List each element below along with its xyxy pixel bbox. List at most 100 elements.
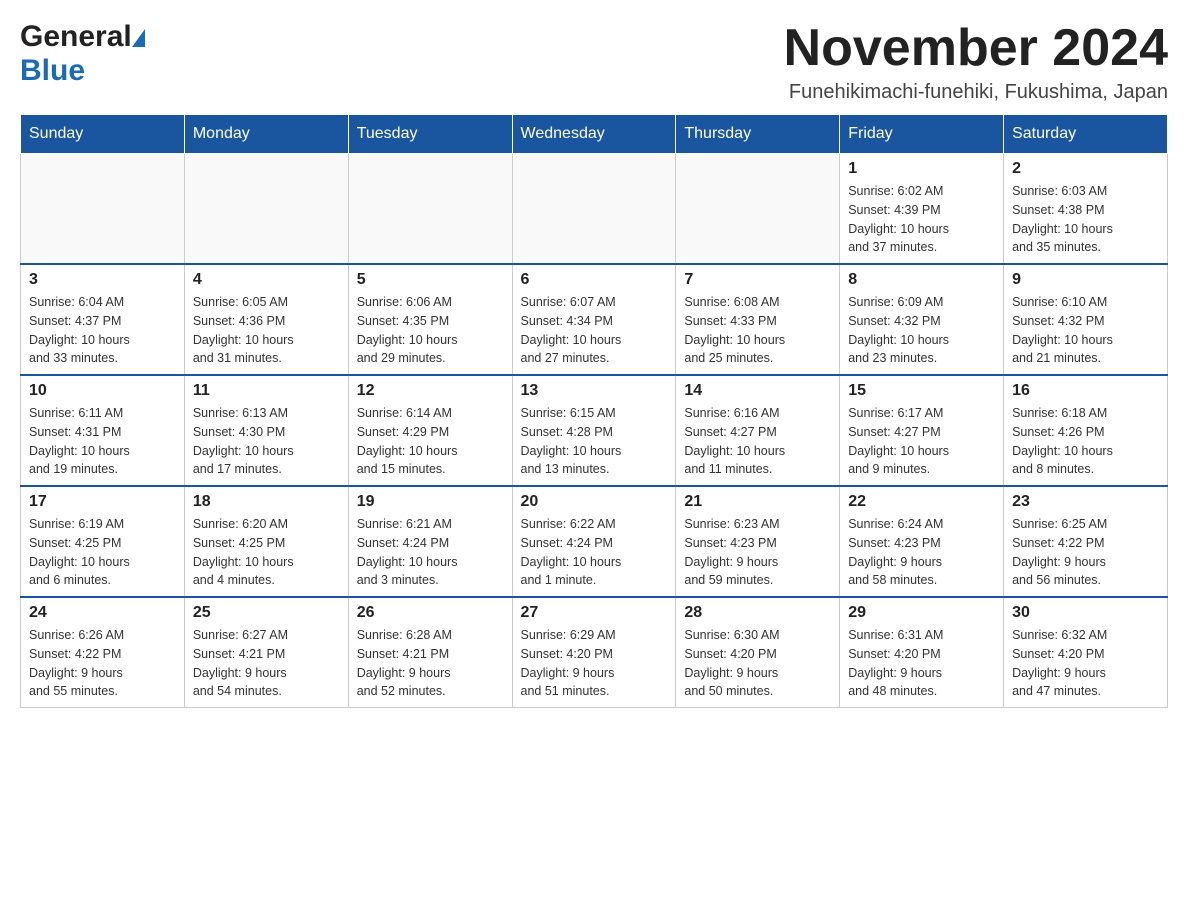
calendar-cell: 18 Sunrise: 6:20 AMSunset: 4:25 PMDayligh… (184, 486, 348, 597)
month-title: November 2024 (784, 20, 1168, 77)
day-info: Sunrise: 6:17 AMSunset: 4:27 PMDaylight:… (848, 404, 995, 479)
calendar-cell: 7Sunrise: 6:08 AMSunset: 4:33 PMDaylight… (676, 264, 840, 375)
day-number: 21 (684, 493, 831, 511)
day-info: Sunrise: 6:32 AMSunset: 4:20 PMDaylight:… (1012, 626, 1159, 701)
header-thursday: Thursday (676, 115, 840, 154)
calendar-cell (184, 154, 348, 265)
day-number: 29 (848, 604, 995, 622)
calendar-cell: 20Sunrise: 6:22 AMSunset: 4:24 PMDayligh… (512, 486, 676, 597)
calendar-cell: 17 Sunrise: 6:19 AMSunset: 4:25 PMDayligh… (21, 486, 185, 597)
day-number: 28 (684, 604, 831, 622)
calendar-cell: 6 Sunrise: 6:07 AMSunset: 4:34 PMDaylight… (512, 264, 676, 375)
calendar-cell: 10 Sunrise: 6:11 AMSunset: 4:31 PMDayligh… (21, 375, 185, 486)
calendar-cell: 16 Sunrise: 6:18 AMSunset: 4:26 PMDayligh… (1004, 375, 1168, 486)
calendar-cell: 23Sunrise: 6:25 AMSunset: 4:22 PMDayligh… (1004, 486, 1168, 597)
day-info: Sunrise: 6:22 AMSunset: 4:24 PMDaylight:… (521, 515, 668, 590)
day-info: Sunrise: 6:24 AMSunset: 4:23 PMDaylight:… (848, 515, 995, 590)
day-info: Sunrise: 6:05 AMSunset: 4:36 PMDaylight:… (193, 293, 340, 368)
calendar-cell: 4 Sunrise: 6:05 AMSunset: 4:36 PMDaylight… (184, 264, 348, 375)
calendar-cell: 28 Sunrise: 6:30 AMSunset: 4:20 PMDayligh… (676, 597, 840, 708)
day-info: Sunrise: 6:04 AMSunset: 4:37 PMDaylight:… (29, 293, 176, 368)
calendar-cell: 22 Sunrise: 6:24 AMSunset: 4:23 PMDayligh… (840, 486, 1004, 597)
day-info: Sunrise: 6:02 AMSunset: 4:39 PMDaylight:… (848, 182, 995, 257)
day-number: 16 (1012, 382, 1159, 400)
day-number: 18 (193, 493, 340, 511)
day-number: 12 (357, 382, 504, 400)
header-friday: Friday (840, 115, 1004, 154)
calendar-cell (512, 154, 676, 265)
day-info: Sunrise: 6:16 AMSunset: 4:27 PMDaylight:… (684, 404, 831, 479)
day-info: Sunrise: 6:19 AMSunset: 4:25 PMDaylight:… (29, 515, 176, 590)
day-number: 5 (357, 271, 504, 289)
day-number: 14 (684, 382, 831, 400)
day-info: Sunrise: 6:09 AMSunset: 4:32 PMDaylight:… (848, 293, 995, 368)
calendar-cell: 14 Sunrise: 6:16 AMSunset: 4:27 PMDayligh… (676, 375, 840, 486)
calendar-cell: 8Sunrise: 6:09 AMSunset: 4:32 PMDaylight… (840, 264, 1004, 375)
calendar-cell: 27 Sunrise: 6:29 AMSunset: 4:20 PMDayligh… (512, 597, 676, 708)
day-info: Sunrise: 6:30 AMSunset: 4:20 PMDaylight:… (684, 626, 831, 701)
calendar-cell: 13 Sunrise: 6:15 AMSunset: 4:28 PMDayligh… (512, 375, 676, 486)
day-number: 10 (29, 382, 176, 400)
calendar-cell: 25 Sunrise: 6:27 AMSunset: 4:21 PMDayligh… (184, 597, 348, 708)
day-number: 27 (521, 604, 668, 622)
calendar-cell: 26 Sunrise: 6:28 AMSunset: 4:21 PMDayligh… (348, 597, 512, 708)
day-number: 15 (848, 382, 995, 400)
page-header: General Blue November 2024 Funehikimachi… (20, 20, 1168, 104)
day-number: 25 (193, 604, 340, 622)
logo: General Blue (20, 20, 145, 88)
logo-general-text: General (20, 20, 132, 54)
day-info: Sunrise: 6:11 AMSunset: 4:31 PMDaylight:… (29, 404, 176, 479)
day-number: 4 (193, 271, 340, 289)
calendar-cell: 12 Sunrise: 6:14 AMSunset: 4:29 PMDayligh… (348, 375, 512, 486)
day-number: 6 (521, 271, 668, 289)
day-info: Sunrise: 6:25 AMSunset: 4:22 PMDaylight:… (1012, 515, 1159, 590)
calendar-cell: 9Sunrise: 6:10 AMSunset: 4:32 PMDaylight… (1004, 264, 1168, 375)
day-info: Sunrise: 6:15 AMSunset: 4:28 PMDaylight:… (521, 404, 668, 479)
day-info: Sunrise: 6:20 AMSunset: 4:25 PMDaylight:… (193, 515, 340, 590)
calendar-cell: 5 Sunrise: 6:06 AMSunset: 4:35 PMDaylight… (348, 264, 512, 375)
header-saturday: Saturday (1004, 115, 1168, 154)
day-number: 1 (848, 160, 995, 178)
day-info: Sunrise: 6:26 AMSunset: 4:22 PMDaylight:… (29, 626, 176, 701)
day-info: Sunrise: 6:08 AMSunset: 4:33 PMDaylight:… (684, 293, 831, 368)
day-number: 30 (1012, 604, 1159, 622)
day-number: 13 (521, 382, 668, 400)
calendar-cell: 2Sunrise: 6:03 AMSunset: 4:38 PMDaylight… (1004, 154, 1168, 265)
calendar-cell: 29 Sunrise: 6:31 AMSunset: 4:20 PMDayligh… (840, 597, 1004, 708)
logo-arrow-icon (132, 29, 145, 47)
calendar-header: Sunday Monday Tuesday Wednesday Thursday… (21, 115, 1168, 154)
day-number: 26 (357, 604, 504, 622)
calendar-cell: 11 Sunrise: 6:13 AMSunset: 4:30 PMDayligh… (184, 375, 348, 486)
day-number: 24 (29, 604, 176, 622)
day-info: Sunrise: 6:03 AMSunset: 4:38 PMDaylight:… (1012, 182, 1159, 257)
day-info: Sunrise: 6:27 AMSunset: 4:21 PMDaylight:… (193, 626, 340, 701)
day-info: Sunrise: 6:18 AMSunset: 4:26 PMDaylight:… (1012, 404, 1159, 479)
day-number: 17 (29, 493, 176, 511)
logo-blue-text: Blue (20, 54, 85, 87)
day-number: 22 (848, 493, 995, 511)
header-sunday: Sunday (21, 115, 185, 154)
day-number: 3 (29, 271, 176, 289)
calendar-cell: 21 Sunrise: 6:23 AMSunset: 4:23 PMDayligh… (676, 486, 840, 597)
day-info: Sunrise: 6:29 AMSunset: 4:20 PMDaylight:… (521, 626, 668, 701)
day-info: Sunrise: 6:23 AMSunset: 4:23 PMDaylight:… (684, 515, 831, 590)
day-info: Sunrise: 6:13 AMSunset: 4:30 PMDaylight:… (193, 404, 340, 479)
calendar-cell: 30 Sunrise: 6:32 AMSunset: 4:20 PMDayligh… (1004, 597, 1168, 708)
day-info: Sunrise: 6:14 AMSunset: 4:29 PMDaylight:… (357, 404, 504, 479)
day-info: Sunrise: 6:28 AMSunset: 4:21 PMDaylight:… (357, 626, 504, 701)
day-info: Sunrise: 6:07 AMSunset: 4:34 PMDaylight:… (521, 293, 668, 368)
calendar-cell (21, 154, 185, 265)
calendar-cell: 1 Sunrise: 6:02 AMSunset: 4:39 PMDaylight… (840, 154, 1004, 265)
day-info: Sunrise: 6:06 AMSunset: 4:35 PMDaylight:… (357, 293, 504, 368)
header-wednesday: Wednesday (512, 115, 676, 154)
day-number: 11 (193, 382, 340, 400)
calendar-cell: 3 Sunrise: 6:04 AMSunset: 4:37 PMDaylight… (21, 264, 185, 375)
header-monday: Monday (184, 115, 348, 154)
header-row: Sunday Monday Tuesday Wednesday Thursday… (21, 115, 1168, 154)
title-section: November 2024 Funehikimachi-funehiki, Fu… (784, 20, 1168, 104)
day-info: Sunrise: 6:31 AMSunset: 4:20 PMDaylight:… (848, 626, 995, 701)
calendar-cell: 24 Sunrise: 6:26 AMSunset: 4:22 PMDayligh… (21, 597, 185, 708)
header-tuesday: Tuesday (348, 115, 512, 154)
calendar-cell: 15 Sunrise: 6:17 AMSunset: 4:27 PMDayligh… (840, 375, 1004, 486)
day-info: Sunrise: 6:10 AMSunset: 4:32 PMDaylight:… (1012, 293, 1159, 368)
